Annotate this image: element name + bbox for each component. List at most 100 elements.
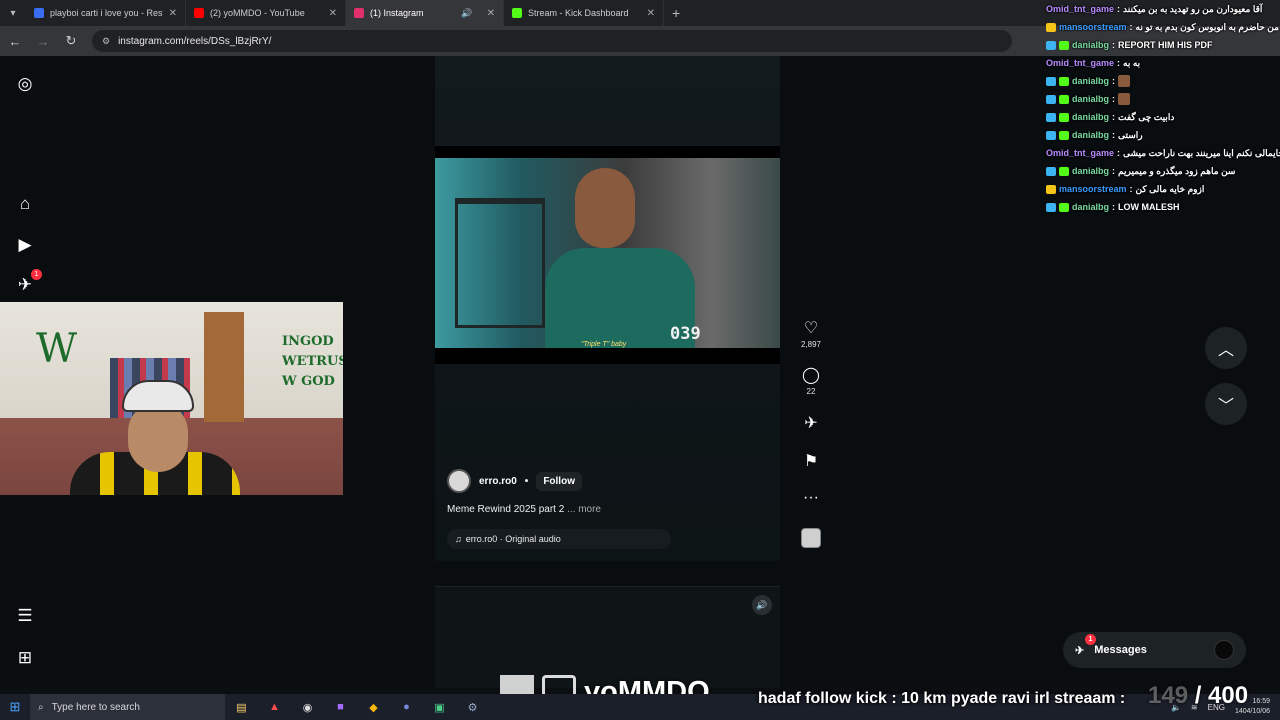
moderator-badge-icon bbox=[1046, 94, 1056, 104]
taskbar-search[interactable]: ⌕ Type here to search bbox=[30, 694, 225, 720]
chat-separator: : bbox=[1117, 148, 1121, 158]
moderator-badge-icon bbox=[1046, 76, 1056, 86]
chat-separator: : bbox=[1112, 40, 1116, 50]
save-button[interactable]: ⚑ bbox=[796, 451, 826, 471]
tab-title: (1) Instagram bbox=[370, 8, 424, 18]
mute-icon[interactable]: 🔊 bbox=[752, 595, 772, 615]
audio-thumbnail[interactable] bbox=[801, 528, 821, 548]
chat-username[interactable]: Omid_tnt_game bbox=[1046, 4, 1114, 14]
chat-username[interactable]: Omid_tnt_game bbox=[1046, 148, 1114, 158]
chat-username[interactable]: danialbg bbox=[1072, 130, 1109, 140]
chat-separator: : bbox=[1112, 76, 1116, 86]
home-icon[interactable]: ⌂ bbox=[14, 193, 36, 215]
tab-instagram[interactable]: (1) Instagram 🔊 ✕ bbox=[346, 0, 504, 26]
chat-message: Omid_tnt_game: به به bbox=[1046, 54, 1280, 72]
messages-button[interactable]: ✈ 1 Messages bbox=[1063, 632, 1246, 668]
caption-more-link[interactable]: ... more bbox=[567, 504, 601, 515]
tab-title: playboi carti i love you - Restre bbox=[50, 8, 163, 18]
moderator-badge-icon bbox=[1046, 112, 1056, 122]
youtube-favicon-icon bbox=[194, 8, 204, 18]
close-icon[interactable]: ✕ bbox=[647, 8, 655, 19]
reload-icon[interactable]: ↻ bbox=[64, 33, 78, 49]
head-shape bbox=[128, 402, 188, 472]
url-field[interactable]: ⚙ instagram.com/reels/DSs_lBzjRrY/ bbox=[92, 30, 1012, 52]
subscriber-badge-icon bbox=[1059, 166, 1069, 176]
heart-icon: ♡ bbox=[803, 320, 819, 337]
chat-username[interactable]: danialbg bbox=[1072, 40, 1109, 50]
kick-favicon-icon bbox=[512, 8, 522, 18]
forward-icon[interactable]: → bbox=[36, 34, 50, 49]
obs-icon[interactable]: ◉ bbox=[291, 701, 324, 714]
chat-text: REPORT HIM HIS PDF bbox=[1118, 40, 1213, 50]
chat-username[interactable]: Omid_tnt_game bbox=[1046, 58, 1114, 68]
restream-favicon-icon bbox=[34, 8, 44, 18]
next-reel-button[interactable]: ﹀ bbox=[1205, 383, 1247, 425]
menu-icon[interactable]: ☰ bbox=[14, 605, 36, 627]
tab-restream[interactable]: playboi carti i love you - Restre ✕ bbox=[26, 0, 186, 26]
chat-username[interactable]: mansoorstream bbox=[1059, 184, 1127, 194]
chat-message: danialbg: bbox=[1046, 90, 1280, 108]
reel-card[interactable]: 039 "Triple T" baby erro.ro0 • Follow Me… bbox=[435, 56, 780, 561]
speaker-icon[interactable]: 🔊 bbox=[461, 8, 472, 19]
chat-message: danialbg: سن ماهم زود میگذره و میمیریم bbox=[1046, 162, 1280, 180]
audio-link[interactable]: ♫ erro.ro0 · Original audio bbox=[447, 529, 671, 549]
moderator-badge-icon bbox=[1046, 40, 1056, 50]
tab-title: Stream - Kick Dashboard bbox=[528, 8, 629, 18]
site-info-icon[interactable]: ⚙ bbox=[102, 36, 110, 47]
app-green-icon[interactable]: ▣ bbox=[423, 701, 456, 714]
instagram-favicon-icon bbox=[354, 8, 364, 18]
chat-message: Omid_tnt_game: آقا معیودارن من رو تهدید ب… bbox=[1046, 0, 1280, 18]
back-icon[interactable]: ← bbox=[8, 34, 22, 49]
app-yellow-icon[interactable]: ◆ bbox=[357, 701, 390, 714]
comment-button[interactable]: ◯ 22 bbox=[796, 365, 826, 396]
steam-icon[interactable]: ⚙ bbox=[456, 701, 489, 714]
goal-current: 149 bbox=[1148, 682, 1189, 709]
tab-search-button[interactable]: ▾ bbox=[0, 0, 26, 26]
chat-username[interactable]: danialbg bbox=[1072, 94, 1109, 104]
previous-reel-button[interactable]: ︿ bbox=[1205, 327, 1247, 369]
chat-separator: : bbox=[1117, 58, 1121, 68]
close-icon[interactable]: ✕ bbox=[329, 8, 337, 19]
video-frame: 039 "Triple T" baby bbox=[435, 158, 780, 348]
more-apps-icon[interactable]: ⊞ bbox=[14, 647, 36, 669]
author-avatar[interactable] bbox=[447, 469, 471, 493]
chat-message: mansoorstream: من حاضرم به انوبوس کون بدم… bbox=[1046, 18, 1280, 36]
follow-button[interactable]: Follow bbox=[536, 471, 582, 491]
instagram-logo-icon[interactable]: ◎ bbox=[14, 73, 36, 95]
shelf-shape bbox=[455, 198, 545, 328]
app-red-icon[interactable]: ▲ bbox=[258, 701, 291, 713]
more-options-button[interactable]: ··· bbox=[796, 489, 826, 507]
messages-nav-icon[interactable]: ✈ 1 bbox=[14, 269, 42, 296]
stream-ticker: hadaf follow kick : 10 km pyade ravi irl… bbox=[758, 690, 1126, 707]
windows-start-icon[interactable]: ⊞ bbox=[0, 699, 30, 715]
chat-username[interactable]: danialbg bbox=[1072, 112, 1109, 122]
messages-badge: 1 bbox=[1085, 634, 1096, 645]
file-explorer-icon[interactable]: ▤ bbox=[225, 701, 258, 714]
new-tab-button[interactable]: + bbox=[664, 5, 688, 21]
author-name[interactable]: erro.ro0 bbox=[479, 476, 517, 487]
chat-username[interactable]: danialbg bbox=[1072, 202, 1109, 212]
chat-separator: : bbox=[1117, 4, 1121, 14]
share-button[interactable]: ✈ bbox=[796, 413, 826, 433]
chat-username[interactable]: danialbg bbox=[1072, 166, 1109, 176]
discord-icon[interactable]: ● bbox=[390, 701, 423, 713]
chat-username[interactable]: mansoorstream bbox=[1059, 22, 1127, 32]
chat-message: danialbg: bbox=[1046, 72, 1280, 90]
close-icon[interactable]: ✕ bbox=[487, 8, 495, 19]
app-purple-icon[interactable]: ■ bbox=[324, 701, 357, 713]
notification-badge: 1 bbox=[31, 269, 42, 280]
chat-text: ازوم خایه مالی کن bbox=[1135, 183, 1205, 194]
chat-emote-icon bbox=[1118, 93, 1131, 105]
tab-kick[interactable]: Stream - Kick Dashboard ✕ bbox=[504, 0, 664, 26]
chat-text: من حاضرم به انوبوس کون بدم به تو نه bbox=[1135, 21, 1279, 32]
tab-youtube[interactable]: (2) yoMMDO - YouTube ✕ bbox=[186, 0, 346, 26]
goal-total: / 400 bbox=[1194, 682, 1249, 709]
next-reel-card[interactable]: 🔊 bbox=[435, 586, 780, 688]
close-icon[interactable]: ✕ bbox=[169, 8, 177, 19]
chat-message: Omid_tnt_game:خوب خایمالی نکنم اینا میری… bbox=[1046, 144, 1280, 162]
subscriber-badge-icon bbox=[1059, 112, 1069, 122]
chat-username[interactable]: danialbg bbox=[1072, 76, 1109, 86]
like-button[interactable]: ♡ 2,897 bbox=[796, 318, 826, 349]
reel-video[interactable]: 039 "Triple T" baby bbox=[435, 146, 780, 364]
reels-icon[interactable]: ▶ bbox=[14, 234, 36, 256]
